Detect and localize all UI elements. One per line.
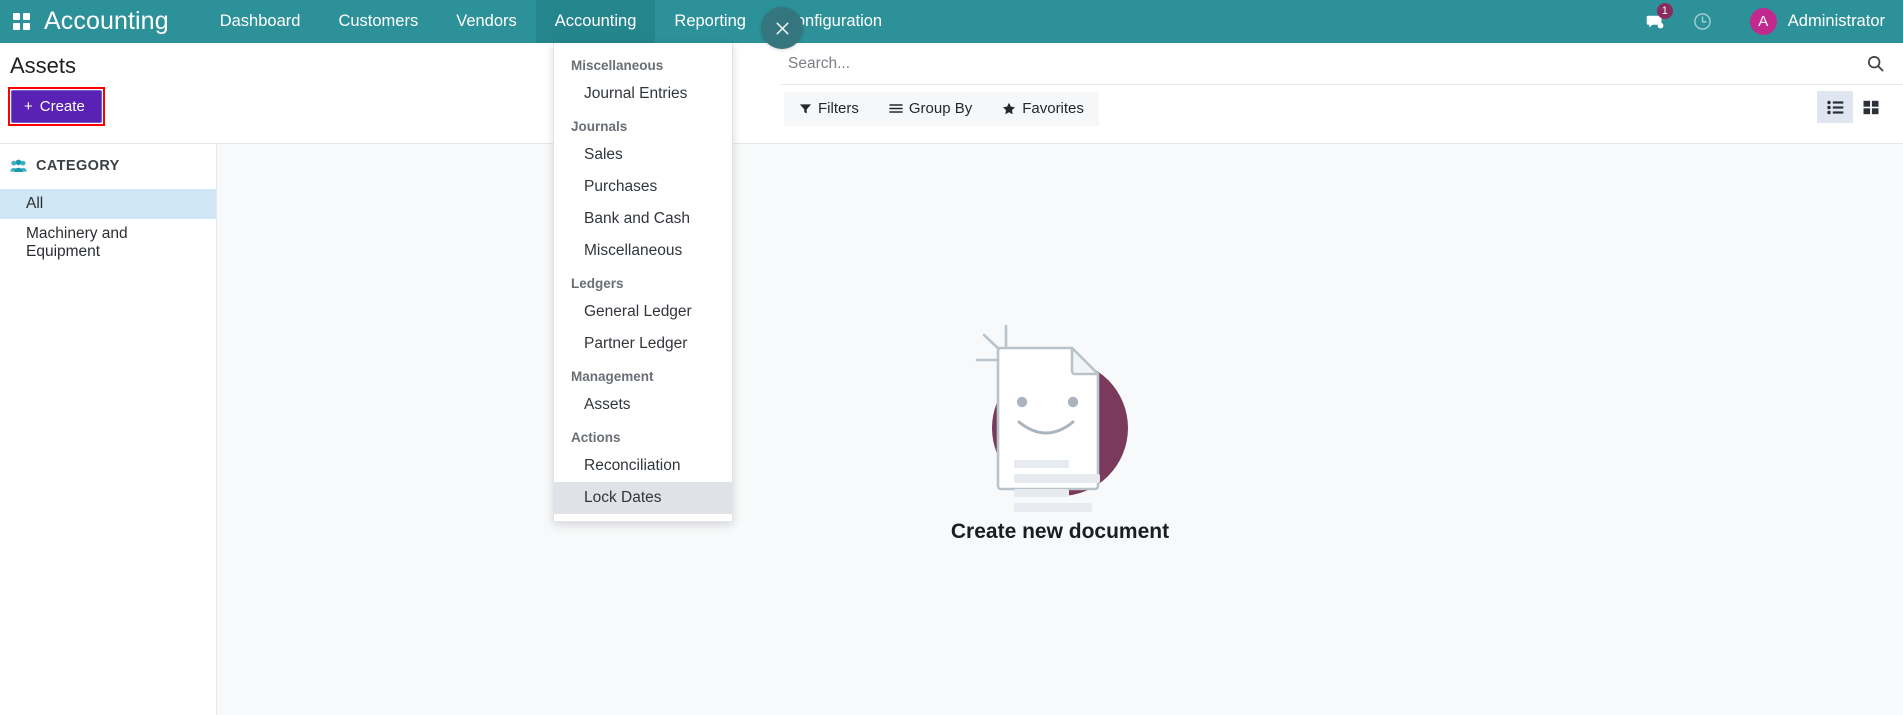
search-icon: [1866, 54, 1885, 73]
filter-button-group: Filters Group By Favorites: [784, 92, 1099, 126]
create-button-highlight: + Create: [8, 87, 105, 126]
lines-icon: [889, 102, 903, 115]
list-view-icon: [1827, 100, 1844, 115]
nav-item-vendors[interactable]: Vendors: [437, 0, 536, 43]
dropdown-item-bank-and-cash[interactable]: Bank and Cash: [554, 203, 732, 235]
messages-button[interactable]: 1: [1638, 0, 1672, 43]
category-item-all[interactable]: All: [0, 189, 216, 219]
filters-button[interactable]: Filters: [784, 92, 874, 126]
messages-count-badge: 1: [1657, 3, 1673, 19]
search-bar[interactable]: Search...: [780, 43, 1903, 85]
favorites-label: Favorites: [1022, 100, 1084, 117]
dropdown-item-lock-dates[interactable]: Lock Dates: [554, 482, 732, 514]
search-input[interactable]: Search...: [788, 55, 1847, 73]
clock-icon: [1693, 12, 1712, 31]
kanban-view-icon: [1863, 100, 1879, 115]
dropdown-item-purchases[interactable]: Purchases: [554, 171, 732, 203]
group-by-button[interactable]: Group By: [874, 92, 987, 126]
empty-state-illustration: [960, 316, 1160, 516]
funnel-icon: [799, 102, 812, 115]
apps-menu-button[interactable]: [0, 0, 42, 43]
category-header-label: CATEGORY: [36, 158, 120, 174]
avatar: A: [1750, 8, 1777, 35]
accounting-dropdown-menu: MiscellaneousJournal EntriesJournalsSale…: [553, 43, 733, 522]
close-button[interactable]: [761, 7, 803, 49]
kanban-view-button[interactable]: [1853, 91, 1889, 123]
close-x-icon: [773, 19, 792, 38]
dropdown-section-header: Journals: [554, 110, 732, 139]
dropdown-section-header: Ledgers: [554, 267, 732, 296]
category-header: CATEGORY: [0, 153, 216, 179]
control-panel: Assets + Create Search...: [0, 43, 1903, 144]
category-list: AllMachinery and Equipment: [0, 189, 216, 267]
user-name-label: Administrator: [1788, 12, 1885, 31]
dropdown-item-general-ledger[interactable]: General Ledger: [554, 296, 732, 328]
dropdown-section-header: Management: [554, 360, 732, 389]
nav-item-customers[interactable]: Customers: [319, 0, 437, 43]
dropdown-item-journal-entries[interactable]: Journal Entries: [554, 78, 732, 110]
nav-item-dashboard[interactable]: Dashboard: [201, 0, 320, 43]
dropdown-item-assets[interactable]: Assets: [554, 389, 732, 421]
view-switcher: [1817, 91, 1889, 123]
plus-icon: +: [24, 99, 33, 114]
activity-button[interactable]: [1686, 0, 1720, 43]
create-button[interactable]: + Create: [11, 90, 102, 123]
dropdown-item-partner-ledger[interactable]: Partner Ledger: [554, 328, 732, 360]
dropdown-item-reconciliation[interactable]: Reconciliation: [554, 450, 732, 482]
smiling-document-icon: [960, 316, 1160, 516]
filter-bar: Filters Group By Favorites: [780, 85, 1903, 132]
category-item-machinery-and-equipment[interactable]: Machinery and Equipment: [0, 219, 216, 267]
create-button-label: Create: [40, 98, 85, 115]
favorites-button[interactable]: Favorites: [987, 92, 1099, 126]
nav-item-reporting[interactable]: Reporting: [655, 0, 765, 43]
empty-state-text: Create new document: [951, 520, 1169, 544]
main-content: Create new document: [217, 144, 1903, 715]
top-navbar: Accounting DashboardCustomersVendorsAcco…: [0, 0, 1903, 43]
users-group-icon: [10, 159, 27, 173]
search-button[interactable]: [1847, 54, 1903, 73]
navbar-right-section: 1 A Administrator: [1638, 0, 1903, 43]
user-menu[interactable]: A Administrator: [1750, 8, 1885, 35]
list-view-button[interactable]: [1817, 91, 1853, 123]
star-icon: [1002, 102, 1016, 115]
brand-title[interactable]: Accounting: [42, 0, 179, 43]
dropdown-section-header: Actions: [554, 421, 732, 450]
nav-item-accounting[interactable]: Accounting: [536, 0, 656, 43]
group-by-label: Group By: [909, 100, 972, 117]
dropdown-item-sales[interactable]: Sales: [554, 139, 732, 171]
apps-grid-icon: [13, 13, 30, 30]
dropdown-section-header: Miscellaneous: [554, 49, 732, 78]
control-panel-right: Search... Filters: [780, 43, 1903, 132]
dropdown-item-miscellaneous[interactable]: Miscellaneous: [554, 235, 732, 267]
category-sidebar: CATEGORY AllMachinery and Equipment: [0, 144, 217, 715]
filters-label: Filters: [818, 100, 859, 117]
